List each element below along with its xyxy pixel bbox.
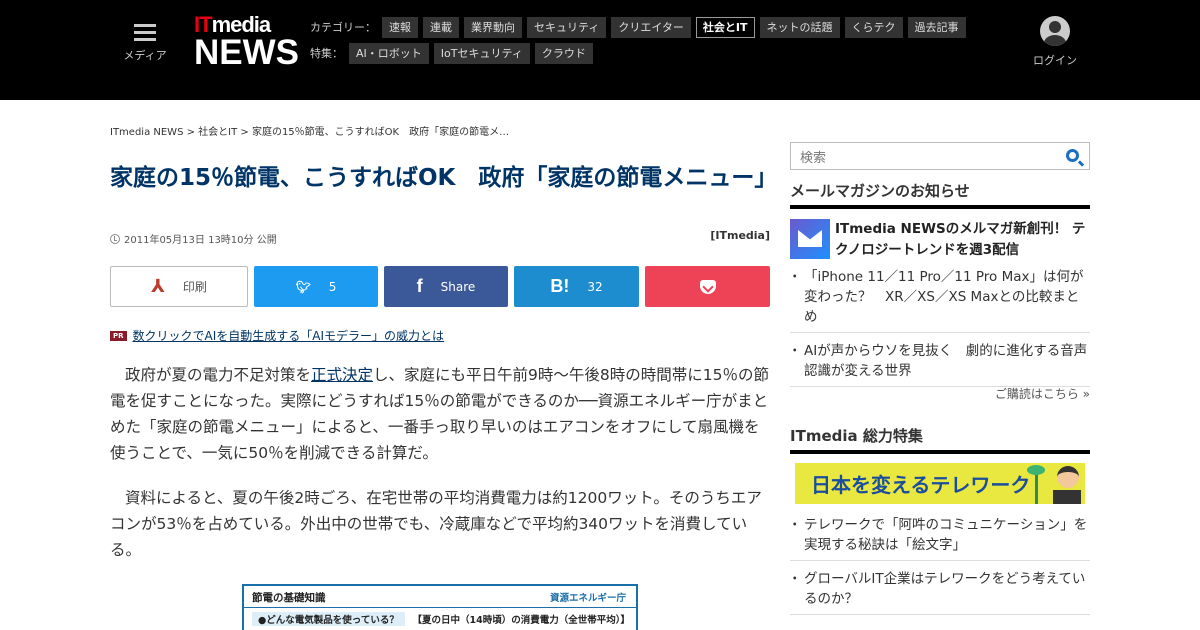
special-list: テレワークで「阿吽のコミュニケーション」を実現する秘訣は「絵文字」 グローバルI…	[788, 515, 1090, 623]
category-tab[interactable]: 社会とIT	[695, 16, 755, 38]
banner-text: 日本を変えるテレワーク	[811, 473, 1031, 497]
pocket-button[interactable]	[645, 266, 770, 307]
article-source: [ITmedia]	[710, 229, 770, 242]
pocket-icon	[699, 279, 716, 294]
facebook-icon: f	[416, 276, 423, 296]
pr-ad: PR 数クリックでAIを自動生成する「AIモデラー」の威力とは	[110, 327, 444, 344]
telework-banner[interactable]: 日本を変えるテレワーク	[795, 463, 1085, 504]
person-icon	[1057, 466, 1079, 488]
twitter-bird-icon: 🐦︎	[295, 279, 311, 294]
special-heading: ITmedia 総力特集	[790, 425, 1090, 454]
laptop-icon	[1053, 490, 1081, 504]
feature-tab[interactable]: IoTセキュリティ	[433, 42, 530, 64]
pr-badge: PR	[110, 330, 127, 341]
mail-icon	[790, 219, 830, 259]
category-tab[interactable]: クリエイター	[611, 16, 691, 38]
facebook-share-button[interactable]: f Share	[384, 266, 508, 307]
figure-question: ●どんな電気製品を使っている？	[252, 612, 405, 626]
palm-tree-icon	[1027, 463, 1045, 504]
category-tab[interactable]: くらテク	[844, 16, 903, 38]
search-icon[interactable]	[1066, 149, 1079, 162]
article-paragraph-2: 資料によると、夏の午後2時ごろ、在宅世帯の平均消費電力は約1200ワット。そのう…	[110, 489, 762, 559]
itmedia-news-logo[interactable]: ITmedia NEWS	[194, 13, 299, 71]
newsletter-heading: メールマガジンのお知らせ	[790, 180, 1090, 209]
category-tab[interactable]: ネットの話題	[759, 16, 840, 38]
user-avatar-icon	[1040, 16, 1070, 46]
hamburger-icon	[134, 24, 156, 41]
article-figure[interactable]: 節電の基礎知識 資源エネルギー庁 ●どんな電気製品を使っている？ 【夏の日中（1…	[242, 584, 638, 630]
category-tab[interactable]: 業界動向	[464, 16, 522, 38]
search-box[interactable]: 検索	[790, 142, 1090, 170]
hatena-bookmark-button[interactable]: B! 32	[514, 266, 639, 307]
category-tab[interactable]: 連載	[423, 16, 459, 38]
site-header: メディア ITmedia NEWS カテゴリー： 速報 連載 業界動向 セキュリティク…	[0, 0, 1200, 100]
article-title: 家庭の15％節電、こうすればOK 政府「家庭の節電メニュー」	[110, 165, 778, 191]
list-item[interactable]: テレワークで「阿吽のコミュニケーション」を実現する秘訣は「絵文字」	[788, 515, 1090, 561]
search-input[interactable]: 検索	[800, 147, 826, 166]
breadcrumb[interactable]: ITmedia NEWS > 社会とIT > 家庭の15％節電、こうすればOK …	[110, 123, 509, 138]
list-item[interactable]: AIが声からウソを見抜く 劇的に進化する音声認識が変える世界	[788, 341, 1090, 387]
login-button[interactable]: ログイン	[1030, 16, 1080, 68]
hatena-bookmark-icon: B!	[550, 276, 570, 296]
twitter-share-button[interactable]: 🐦︎ 5	[254, 266, 378, 307]
media-menu-label: メディア	[123, 49, 167, 62]
clock-icon	[110, 233, 120, 244]
list-item[interactable]: グローバルIT企業はテレワークをどう考えているのか？	[788, 569, 1090, 615]
print-button[interactable]: ⅄ 印刷	[110, 266, 248, 307]
subscribe-link[interactable]: ご購読はこちら »	[790, 385, 1090, 402]
publish-date: 2011年05月13日 13時10分 公開	[110, 231, 277, 246]
feature-tab[interactable]: クラウド	[534, 42, 593, 64]
feature-tab[interactable]: AI・ロボット	[349, 42, 429, 64]
article-paragraph-1: 政府が夏の電力不足対策を正式決定し、家庭にも平日午前9時～午後8時の時間帯に15…	[110, 366, 769, 462]
login-label: ログイン	[1033, 54, 1077, 67]
official-decision-link[interactable]: 正式決定	[311, 366, 373, 384]
list-item[interactable]: 「iPhone 11／11 Pro／11 Pro Max」は何が変わった？ XR…	[788, 267, 1090, 333]
category-tab[interactable]: 速報	[382, 16, 418, 38]
figure-agency: 資源エネルギー庁	[549, 593, 626, 604]
category-nav: カテゴリー： 速報 連載 業界動向 セキュリティ クリエイター 社会とIT ネットの話題 くら…	[310, 16, 1010, 68]
media-menu-button[interactable]: メディア	[120, 20, 170, 63]
category-tab[interactable]: 過去記事	[907, 16, 966, 38]
newsletter-feature[interactable]: ITmedia NEWSのメルマガ新創刊！ テクノロジートレンドを週3配信	[790, 219, 1090, 261]
share-bar: ⅄ 印刷 🐦︎ 5 f Share B! 32	[110, 266, 770, 307]
pdf-icon: ⅄	[151, 276, 165, 297]
newsletter-feature-text[interactable]: ITmedia NEWSのメルマガ新創刊！ テクノロジートレンドを週3配信	[835, 219, 1090, 261]
feature-head: 特集：	[310, 47, 343, 60]
newsletter-list: 「iPhone 11／11 Pro／11 Pro Max」は何が変わった？ XR…	[788, 267, 1090, 395]
category-tab[interactable]: セキュリティ	[527, 16, 607, 38]
figure-title: 節電の基礎知識	[252, 592, 326, 604]
category-head: カテゴリー：	[310, 21, 376, 34]
pr-link[interactable]: 数クリックでAIを自動生成する「AIモデラー」の威力とは	[133, 327, 445, 344]
figure-caption: 【夏の日中（14時頃）の消費電力（全世帯平均）】	[412, 615, 630, 626]
